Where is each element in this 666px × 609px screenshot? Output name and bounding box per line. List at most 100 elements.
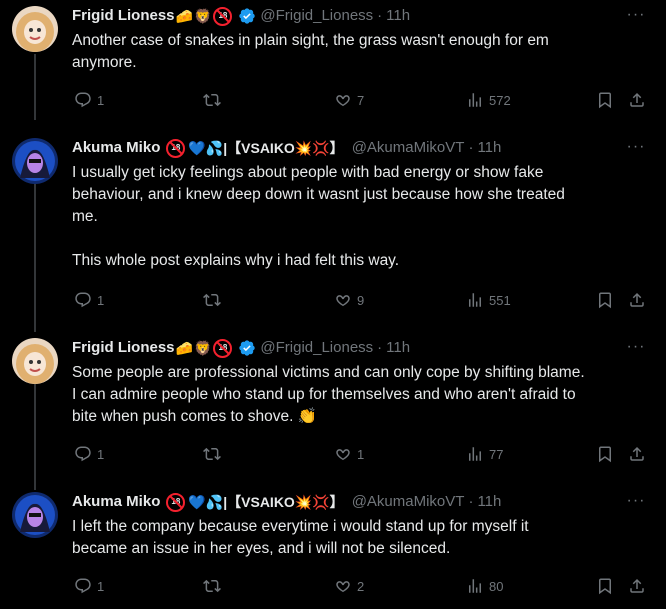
verified-badge-icon[interactable] [238, 339, 256, 357]
reply-count: 1 [97, 578, 105, 594]
views-button[interactable]: 551 [466, 290, 511, 310]
share-button[interactable] [628, 576, 646, 596]
views-button[interactable]: 80 [466, 576, 503, 596]
more-options-icon[interactable]: ··· [624, 492, 648, 512]
repost-button[interactable] [203, 290, 221, 310]
like-count: 7 [357, 92, 365, 108]
reply-button[interactable]: 1 [74, 444, 104, 464]
repost-icon [203, 93, 221, 107]
bookmark-icon [599, 578, 611, 595]
tweet-text: Some people are professional victims and… [72, 364, 585, 425]
view-count: 80 [489, 578, 504, 594]
bookmark-button[interactable] [596, 576, 614, 596]
tweet-4[interactable]: Akuma Miko 18 💙💦|【VSAIKO💥💢】 @AkumaMikoVT… [0, 492, 666, 604]
heart-icon [336, 449, 350, 461]
timestamp[interactable]: 11h [477, 492, 501, 512]
repost-button[interactable] [203, 90, 221, 110]
view-count: 572 [489, 92, 511, 108]
handle[interactable]: @Frigid_Lioness [260, 6, 373, 26]
share-button[interactable] [628, 290, 646, 310]
handle[interactable]: @Frigid_Lioness [260, 338, 373, 358]
like-button[interactable]: 7 [334, 90, 364, 110]
share-button[interactable] [628, 90, 646, 110]
more-options-icon[interactable]: ··· [624, 138, 648, 158]
display-name[interactable]: Frigid Lioness [72, 338, 175, 358]
name-emojis: 💙💦|【VSAIKO💥💢】 [188, 494, 344, 510]
reply-icon [75, 92, 91, 108]
repost-icon [203, 293, 221, 307]
repost-button[interactable] [203, 576, 221, 596]
like-button[interactable]: 1 [334, 444, 364, 464]
reply-button[interactable]: 1 [74, 90, 104, 110]
repost-icon [203, 447, 221, 461]
bookmark-icon [599, 446, 611, 463]
reply-count: 1 [97, 446, 105, 462]
display-name[interactable]: Akuma Miko [72, 492, 160, 512]
cheese-emoji: 🧀 [175, 340, 193, 356]
heart-icon [336, 95, 350, 107]
bookmark-button[interactable] [596, 290, 614, 310]
tweet-2[interactable]: Akuma Miko 18 💙💦|【VSAIKO💥💢】 @AkumaMikoVT… [0, 138, 666, 318]
separator: · [468, 139, 474, 156]
reply-icon [75, 578, 91, 594]
verified-badge-icon[interactable] [238, 7, 256, 25]
tweet-1[interactable]: Frigid Lioness 🧀 🦁 18 @Frigid_Lioness · … [0, 6, 666, 116]
view-count: 551 [489, 292, 511, 308]
no-under-18-icon: 18 [213, 338, 233, 358]
share-icon [630, 292, 644, 307]
more-options-icon[interactable]: ··· [624, 6, 648, 26]
separator: · [468, 493, 474, 510]
avatar[interactable] [12, 138, 58, 184]
avatar[interactable] [12, 6, 58, 52]
tweet-text: Another case of snakes in plain sight, t… [72, 32, 549, 71]
reply-icon [75, 446, 91, 462]
like-button[interactable]: 2 [334, 576, 364, 596]
views-button[interactable]: 77 [466, 444, 503, 464]
share-icon [630, 92, 644, 107]
action-bar: 1 7 572 [72, 90, 644, 110]
bookmark-icon [599, 292, 611, 309]
like-count: 2 [357, 578, 365, 594]
repost-button[interactable] [203, 444, 221, 464]
view-count: 77 [489, 446, 504, 462]
timestamp[interactable]: 11h [386, 338, 410, 358]
heart-icon [336, 295, 350, 307]
tweet-3[interactable]: Frigid Lioness 🧀 🦁 18 @Frigid_Lioness · … [0, 338, 666, 478]
timestamp[interactable]: 11h [386, 6, 410, 26]
action-bar: 1 9 551 [72, 290, 644, 310]
tweet-text: I left the company because everytime i w… [72, 518, 529, 557]
like-count: 1 [357, 446, 365, 462]
more-options-icon[interactable]: ··· [624, 338, 648, 358]
tweet-text: I usually get icky feelings about people… [72, 164, 565, 269]
reply-count: 1 [97, 92, 105, 108]
repost-icon [203, 579, 221, 593]
display-name[interactable]: Akuma Miko [72, 138, 160, 158]
views-chart-icon [469, 447, 481, 461]
avatar[interactable] [12, 338, 58, 384]
views-chart-icon [469, 93, 481, 107]
views-chart-icon [469, 579, 481, 593]
views-button[interactable]: 572 [466, 90, 511, 110]
lion-emoji: 🦁 [193, 340, 212, 356]
share-button[interactable] [628, 444, 646, 464]
bookmark-button[interactable] [596, 444, 614, 464]
no-under-18-icon: 18 [213, 6, 233, 26]
lion-emoji: 🦁 [193, 8, 212, 24]
reply-button[interactable]: 1 [74, 576, 104, 596]
views-chart-icon [469, 293, 481, 307]
display-name[interactable]: Frigid Lioness [72, 6, 175, 26]
reply-icon [75, 292, 91, 308]
name-emojis: 💙💦|【VSAIKO💥💢】 [188, 140, 344, 156]
like-button[interactable]: 9 [334, 290, 364, 310]
share-icon [630, 446, 644, 461]
reply-button[interactable]: 1 [74, 290, 104, 310]
action-bar: 1 2 80 [72, 576, 644, 596]
handle[interactable]: @AkumaMikoVT [352, 492, 465, 512]
bookmark-icon [599, 92, 611, 109]
avatar[interactable] [12, 492, 58, 538]
share-icon [630, 578, 644, 593]
bookmark-button[interactable] [596, 90, 614, 110]
timestamp[interactable]: 11h [477, 138, 501, 158]
handle[interactable]: @AkumaMikoVT [352, 138, 465, 158]
no-under-18-icon: 18 [166, 138, 186, 158]
